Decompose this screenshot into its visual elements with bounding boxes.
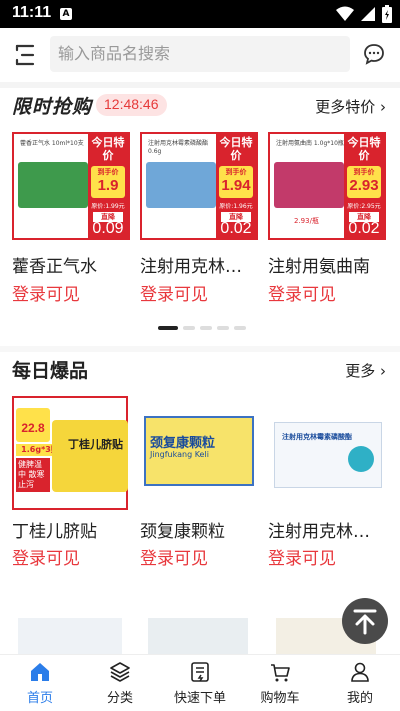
status-time: 11:11 [12,4,52,21]
notification-icon: A [60,8,72,20]
pager-dot[interactable] [234,326,246,330]
tab-home[interactable]: 首页 [0,655,80,711]
reduce-amount: 0.09 [92,220,124,237]
box-label: 注射用克林霉素磷酸酯 0.6g [148,140,209,155]
user-icon [351,662,369,682]
product-box [52,420,128,492]
battery-icon [382,5,392,23]
pager-dot-active[interactable] [158,326,178,330]
home-icon [31,663,49,681]
pager-dot[interactable] [183,326,195,330]
pager-dot[interactable] [200,326,212,330]
deal-price: 2.93 [349,177,379,194]
box-logo [348,446,374,472]
order-icon [191,662,209,682]
login-to-view[interactable]: 登录可见 [140,544,208,569]
today-special: 今日特价 [347,136,381,162]
back-to-top-button[interactable] [342,598,388,644]
flash-product-image[interactable]: 藿香正气水 10ml*10支 今日特价 到手价 1.9 原价:1.99元 直降 … [12,132,130,240]
box-text: 注射用克林霉素磷酸酯 [282,433,352,441]
promo-price: 22.8 [16,408,50,442]
scan-menu-icon[interactable] [14,42,36,68]
to-hand-label: 到手价 [225,168,247,176]
flash-product-image[interactable]: 注射用氨曲南 1.0g*10瓶 2.93/瓶 今日特价 到手价 2.93 原价:… [268,132,386,240]
daily-product-image[interactable]: 颈复康颗粒 Jingfukang Keli [140,396,258,512]
search-input[interactable]: 输入商品名搜索 [50,36,350,72]
flash-product-name[interactable]: 注射用氨曲南 [268,252,370,277]
tab-label: 购物车 [260,691,300,706]
today-special: 今日特价 [219,136,253,162]
login-to-view[interactable]: 登录可见 [268,544,336,569]
daily-product-image[interactable]: 注射用克林霉素磷酸酯 [268,396,386,512]
bottom-tab-bar: 首页 分类 快速下单 购物车 我的 [0,654,400,711]
reduce-amount: 0.02 [348,220,380,237]
daily-more-link[interactable]: 更多 › [345,360,386,381]
daily-product-name[interactable]: 注射用克林… [268,517,370,542]
flash-sale-title: 限时抢购 [12,96,93,118]
daily-product-name[interactable]: 丁桂儿脐贴 [12,517,97,542]
cart-icon [271,664,290,682]
box-label: 注射用氨曲南 1.0g*10瓶 [276,140,344,147]
tab-quick-order[interactable]: 快速下单 [160,655,240,711]
deal-price: 1.9 [97,177,119,194]
tab-category[interactable]: 分类 [80,655,160,711]
signal-icon [361,7,375,21]
login-to-view[interactable]: 登录可见 [12,544,80,569]
daily-product-name[interactable]: 颈复康颗粒 [140,517,225,542]
tab-label: 快速下单 [173,691,226,706]
tab-mine[interactable]: 我的 [320,655,400,711]
pager-dot[interactable] [217,326,229,330]
daily-product-image[interactable]: 22.8 1.6g*3贴 丁桂儿脐贴 健脾温中 散寒止泻 [12,396,130,512]
original-price: 原价:1.96元 [219,203,253,210]
arrow-up-icon [353,609,377,635]
wifi-icon [336,6,354,21]
more-deals-link[interactable]: 更多特价 › [315,96,386,117]
medicine-box [274,162,344,208]
next-product-peek[interactable] [18,618,122,654]
next-product-peek[interactable] [148,618,248,654]
flash-product-image[interactable]: 注射用克林霉素磷酸酯 0.6g 今日特价 到手价 1.94 原价:1.96元 直… [140,132,258,240]
box-label: 藿香正气水 10ml*10支 [20,140,84,147]
login-to-view[interactable]: 登录可见 [140,280,208,305]
medicine-box [18,162,88,208]
promo-tag: 健脾温中 散寒止泻 [16,458,50,492]
unit-price-note: 2.93/瓶 [294,217,319,225]
flash-product-name[interactable]: 注射用克林… [140,252,242,277]
medicine-box [146,162,216,208]
daily-more-label: 更多 [345,362,376,380]
today-special: 今日特价 [91,136,125,162]
reduce-amount: 0.02 [220,220,252,237]
price-badge: 到手价 1.94 [219,166,253,198]
tab-label: 分类 [106,691,133,706]
tab-label: 我的 [346,691,373,706]
message-icon[interactable] [362,42,386,66]
price-badge: 到手价 2.93 [347,166,381,198]
original-price: 原价:2.95元 [347,203,381,210]
to-hand-label: 到手价 [97,168,119,176]
flash-product-name[interactable]: 藿香正气水 [12,252,97,277]
section-divider [0,346,400,352]
box-text: 颈复康颗粒 [150,436,216,451]
to-hand-label: 到手价 [353,168,375,176]
status-icons [336,5,392,23]
carousel-pager [158,326,246,330]
layers-icon [110,662,130,682]
tab-cart[interactable]: 购物车 [240,655,320,711]
daily-hot-title: 每日爆品 [12,360,89,382]
price-badge: 到手价 1.9 [91,166,125,198]
flash-sale-countdown: 12:48:46 [96,94,167,116]
section-divider [0,82,400,88]
status-bar: 11:11 A [0,0,400,28]
original-price: 原价:1.99元 [91,203,125,210]
deal-price: 1.94 [221,177,251,194]
box-text: 丁桂儿脐贴 [68,438,123,451]
more-deals-label: 更多特价 [315,98,376,116]
login-to-view[interactable]: 登录可见 [12,280,80,305]
tab-label: 首页 [26,691,53,706]
box-subtext: Jingfukang Keli [150,450,209,459]
login-to-view[interactable]: 登录可见 [268,280,336,305]
top-header: 输入商品名搜索 [0,28,400,84]
